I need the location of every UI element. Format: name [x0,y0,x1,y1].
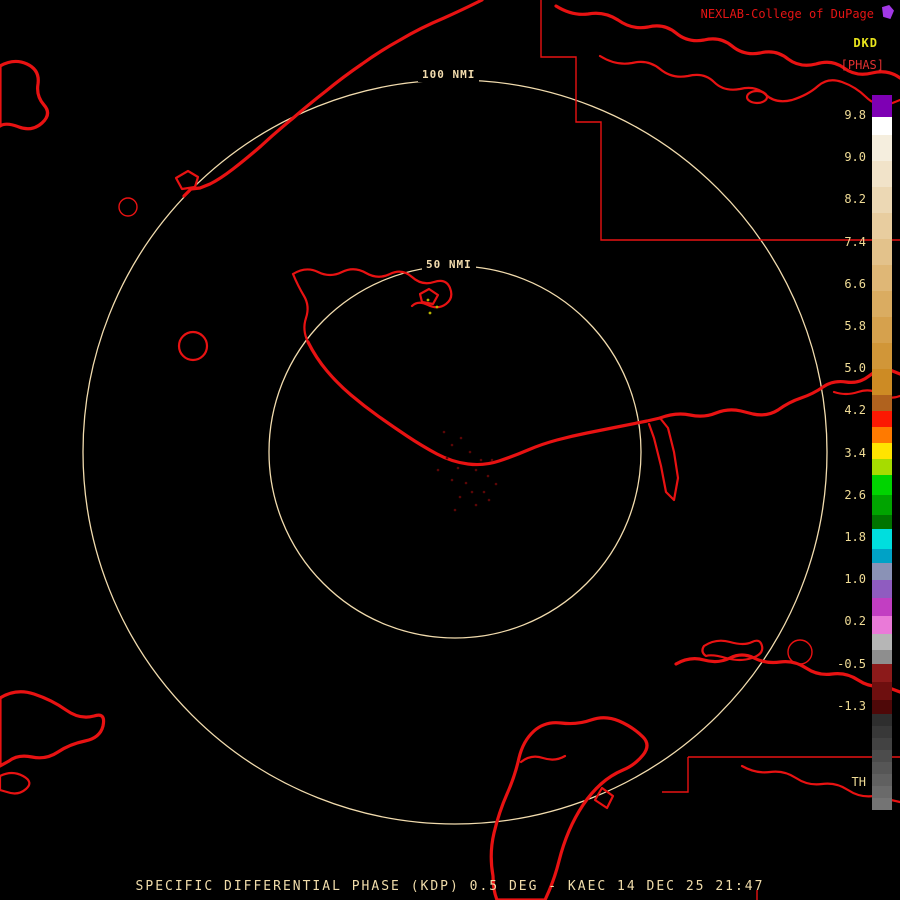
radar-echo-speckles [426,298,498,512]
colorbar-segment [872,598,892,616]
colorbar-tick-label: -1.3 [837,698,866,713]
units-label: [PHAS] [840,58,884,72]
colorbar-segment [872,580,892,598]
colorbar-segment [872,750,892,762]
product-caption: SPECIFIC DIFFERENTIAL PHASE (KDP) 0.5 DE… [135,879,765,894]
colorbar-segment [872,726,892,738]
colorbar-segment [872,475,892,495]
colorbar-segment [872,411,892,427]
colorbar-segment [872,117,892,135]
colorbar-tick-label: 9.0 [844,150,866,165]
colorbar-segment [872,443,892,459]
colorbar-tick-label: 0.2 [844,614,866,629]
colorbar-segment [872,700,892,714]
colorbar-tick-label: 2.6 [844,487,866,502]
colorbar-segment [872,616,892,634]
colorbar-segment [872,395,892,411]
colorbar-tick-label: 4.2 [844,403,866,418]
radar-display: 100 NMI 50 NMI NEXLAB-College of DuPage … [0,0,900,900]
colorbar-segment [872,738,892,750]
radar-map [0,0,900,900]
colorbar-segment [872,634,892,650]
colorbar-segment [872,317,892,343]
colorbar-segment [872,798,892,810]
colorbar-segment [872,529,892,549]
brand-title: NEXLAB-College of DuPage [700,7,874,21]
colorbar-tick-label: 1.8 [844,530,866,544]
colorbar-segment [872,369,892,395]
colorbar-tick-label: 6.6 [844,276,866,291]
range-rings [82,79,828,825]
colorbar-tick-label: -0.5 [837,656,866,671]
coastlines [0,0,900,900]
colorbar-segment [872,549,892,563]
colorbar-tick-label: 1.0 [844,572,866,587]
colorbar-segment [872,786,892,798]
product-code: DKD [853,36,878,50]
colorbar-segment [872,213,892,239]
colorbar-segment [872,650,892,664]
colorbar-segment [872,239,892,265]
range-ring-label-100nmi: 100 NMI [418,68,480,82]
colorbar-segment [872,161,892,187]
colorbar-tick-label: 9.8 [844,108,866,122]
colorbar-tick-label: 5.0 [844,361,866,376]
colorbar-segment [872,563,892,580]
range-ring-50nmi [268,265,642,639]
colorbar-segment [872,515,892,529]
colorbar-segment [872,459,892,475]
colorbar-tick-label: 7.4 [844,234,866,249]
colorbar-segment [872,265,892,291]
colorbar-tick-label: 5.8 [844,319,866,333]
colorbar-segment [872,135,892,161]
colorbar [872,95,892,810]
colorbar-segment [872,762,892,774]
range-ring-100nmi [82,79,828,825]
colorbar-segment [872,664,892,682]
colorbar-segment [872,291,892,317]
range-ring-label-50nmi: 50 NMI [422,258,476,272]
colorbar-tick-label: 3.4 [844,445,866,460]
colorbar-segment [872,714,892,726]
colorbar-segment [872,343,892,369]
colorbar-segment [872,495,892,515]
colorbar-segment [872,427,892,443]
colorbar-tick-label: 8.2 [844,192,866,207]
colorbar-segment [872,774,892,786]
colorbar-threshold-label: TH [851,775,866,789]
colorbar-segment [872,95,892,117]
colorbar-segment [872,682,892,700]
colorbar-segment [872,187,892,213]
